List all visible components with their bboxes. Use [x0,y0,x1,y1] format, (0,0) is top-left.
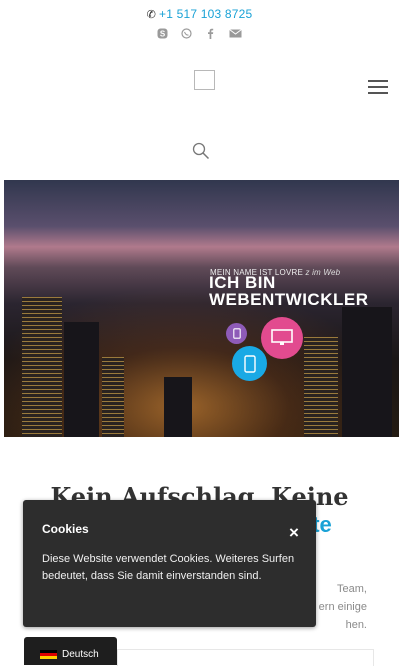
top-bar: ✆ +1 517 103 8725 S [0,0,399,60]
skyscraper [304,337,338,437]
hero-title-line2: WEBENTWICKLER [209,290,369,309]
tablet-device-icon [226,323,247,344]
hero-banner: MEIN NAME IST LOVRE z im Web ICH BIN WEB… [4,180,399,437]
smartphone-device-icon [232,346,267,381]
skype-icon[interactable]: S [157,28,168,42]
skyscraper [64,322,99,437]
section-text: Team, [337,583,367,595]
phone-contact[interactable]: ✆ +1 517 103 8725 [0,7,399,21]
menu-icon[interactable] [368,80,388,96]
hero-title-line1: ICH BIN [209,273,276,292]
monitor-device-icon [261,317,303,359]
facebook-icon[interactable] [205,28,216,42]
content-card [117,649,374,666]
skyscraper [164,377,192,437]
language-switcher[interactable]: Deutsch [24,637,117,665]
search-icon[interactable] [192,142,210,160]
skyscraper [342,307,392,437]
site-logo[interactable] [194,70,215,90]
whatsapp-icon[interactable] [181,28,192,42]
section-text: hen. [345,619,367,631]
german-flag-icon [40,650,57,659]
cookie-title: Cookies [42,522,89,536]
social-links: S [0,28,399,42]
phone-number[interactable]: +1 517 103 8725 [159,7,252,21]
mail-icon[interactable] [229,28,242,42]
svg-text:S: S [160,30,166,39]
phone-icon: ✆ [146,9,156,21]
skyscraper [22,297,62,437]
cookie-text: Diese Website verwendet Cookies. Weitere… [42,553,295,582]
close-icon[interactable]: × [289,524,299,541]
skyscraper [102,357,124,437]
section-text: ern einige [318,601,367,613]
language-label: Deutsch [62,649,99,660]
cookie-banner: Cookies × Diese Website verwendet Cookie… [23,500,316,627]
hero-title: ICH BIN WEBENTWICKLER [209,274,368,308]
